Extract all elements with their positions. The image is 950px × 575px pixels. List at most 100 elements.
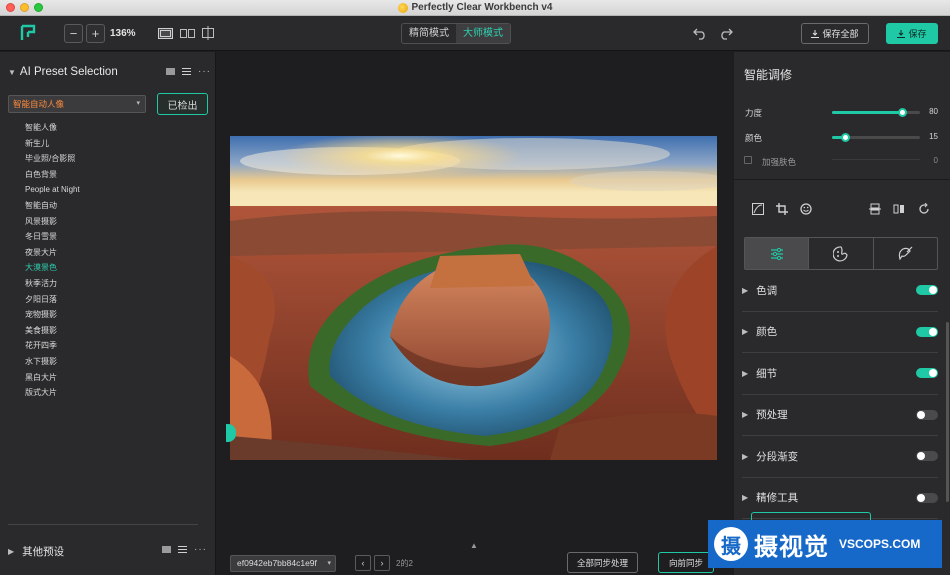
preset-item[interactable]: 秋季活力 — [25, 276, 80, 292]
preset-item[interactable]: 智能人像 — [25, 120, 80, 136]
watermark-en-text: VSCOPS.COM — [839, 537, 921, 551]
other-presets-header[interactable]: ▶ 其他预设 — [8, 544, 64, 559]
slider-fill — [832, 111, 903, 114]
preview-image[interactable] — [230, 136, 717, 460]
preset-item[interactable]: 冬日雪景 — [25, 229, 80, 245]
toggle-knob — [917, 410, 925, 419]
section-row[interactable]: ▶ 色调 — [742, 270, 938, 312]
flip-vertical-icon[interactable] — [869, 203, 881, 215]
skin-slider[interactable] — [832, 159, 920, 160]
more-icon[interactable]: ··· — [194, 545, 207, 555]
list-view-icon[interactable] — [178, 546, 187, 553]
window-title: Perfectly Clear Workbench v4 — [411, 2, 553, 13]
file-dropdown[interactable]: ef0942eb7bb84c1e9f ▾ — [230, 555, 336, 572]
preset-item[interactable]: 黑白大片 — [25, 370, 80, 386]
app-logo-icon[interactable] — [20, 24, 36, 42]
flip-horizontal-icon[interactable] — [893, 203, 905, 215]
save-button[interactable]: 保存 — [886, 23, 938, 44]
tab-retouch[interactable] — [874, 238, 937, 269]
section-row[interactable]: ▶ 分段渐变 — [742, 436, 938, 478]
preset-item[interactable]: 大漠景色 — [25, 260, 80, 276]
zoom-window-button[interactable] — [34, 3, 43, 12]
expand-triangle-icon: ▶ — [742, 285, 749, 295]
rotate-icon[interactable] — [918, 203, 930, 215]
color-slider[interactable] — [832, 133, 920, 142]
preset-item[interactable]: 新生儿 — [25, 136, 80, 152]
mode-switch: 精简模式 大师模式 — [401, 23, 511, 44]
section-label: 分段渐变 — [756, 450, 799, 463]
tab-master-mode[interactable]: 大师模式 — [456, 24, 510, 43]
save-all-button[interactable]: 保存全部 — [801, 23, 869, 44]
title-bar: Perfectly Clear Workbench v4 — [0, 0, 950, 16]
preset-item[interactable]: 水下摄影 — [25, 354, 80, 370]
save-all-label: 保存全部 — [822, 29, 859, 39]
slider-knob[interactable] — [840, 133, 850, 142]
curves-icon[interactable] — [752, 203, 764, 215]
section-row[interactable]: ▶ 细节 — [742, 353, 938, 395]
preset-panel-title: AI Preset Selection — [19, 66, 118, 78]
section-label: 颜色 — [756, 326, 778, 339]
undo-icon[interactable] — [693, 26, 707, 40]
section-toggle[interactable] — [916, 492, 938, 503]
sync-forward-button[interactable]: 向前同步 — [658, 552, 714, 573]
single-view-icon[interactable] — [158, 28, 173, 39]
section-toggle[interactable] — [916, 368, 938, 379]
tab-simple-mode[interactable]: 精简模式 — [402, 24, 456, 43]
grid-view-icon[interactable] — [166, 68, 175, 75]
section-toggle[interactable] — [916, 326, 938, 337]
next-image-button[interactable]: › — [374, 555, 390, 571]
preset-view-controls: ··· — [166, 67, 211, 77]
minimize-window-button[interactable] — [20, 3, 29, 12]
strength-value: 80 — [929, 107, 938, 116]
strength-label: 力度 — [745, 108, 763, 118]
preset-item[interactable]: 宠物摄影 — [25, 307, 80, 323]
preset-item[interactable]: 智能自动 — [25, 198, 80, 214]
filmstrip-toggle-icon[interactable]: ▲ — [470, 541, 478, 550]
close-window-button[interactable] — [6, 3, 15, 12]
slider-knob[interactable] — [897, 108, 907, 117]
preset-dropdown[interactable]: 智能自动人像 ▾ — [8, 95, 146, 113]
watermark-cn-text: 摄视觉 — [754, 533, 829, 561]
expand-triangle-icon: ▶ — [742, 327, 749, 337]
tab-sliders[interactable] — [745, 238, 810, 269]
checked-out-button[interactable]: 已检出 — [157, 93, 208, 115]
expand-triangle-icon: ▶ — [742, 368, 749, 378]
preset-item[interactable]: 夜景大片 — [25, 245, 80, 261]
tab-looks[interactable] — [809, 238, 874, 269]
preset-item[interactable]: 夕阳日落 — [25, 292, 80, 308]
section-row[interactable]: ▶ 颜色 — [742, 312, 938, 353]
preset-panel-header[interactable]: ▼ AI Preset Selection — [8, 66, 118, 78]
color-value: 15 — [929, 132, 938, 141]
more-icon[interactable]: ··· — [198, 67, 211, 77]
section-toggle[interactable] — [916, 451, 938, 462]
preset-item[interactable]: 白色背景 — [25, 167, 80, 183]
grid-view-icon[interactable] — [162, 546, 171, 553]
section-row[interactable]: ▶ 预处理 — [742, 395, 938, 436]
split-view-icon[interactable] — [201, 26, 215, 40]
preset-item[interactable]: People at Night — [25, 182, 80, 198]
section-toggle[interactable] — [916, 285, 938, 296]
toggle-knob — [917, 452, 925, 461]
preset-item[interactable]: 毕业照/合影照 — [25, 151, 80, 167]
strength-slider[interactable] — [832, 108, 920, 117]
zoom-out-button[interactable]: − — [64, 24, 83, 43]
crop-icon[interactable] — [776, 203, 788, 215]
preset-item[interactable]: 美食摄影 — [25, 323, 80, 339]
toggle-knob — [929, 369, 937, 378]
list-view-icon[interactable] — [182, 68, 191, 75]
preset-item[interactable]: 花开四季 — [25, 338, 80, 354]
side-by-side-view-icon[interactable] — [180, 28, 195, 39]
toggle-knob — [917, 493, 925, 502]
face-icon[interactable] — [800, 203, 812, 215]
section-label: 细节 — [756, 367, 778, 380]
skin-enhance-checkbox[interactable] — [744, 156, 752, 164]
redo-icon[interactable] — [719, 26, 733, 40]
zoom-in-button[interactable]: + — [86, 24, 105, 43]
panel-scrollbar[interactable] — [946, 322, 949, 502]
skin-enhance-label: 加强肤色 — [762, 157, 797, 167]
prev-image-button[interactable]: ‹ — [355, 555, 371, 571]
sync-all-button[interactable]: 全部同步处理 — [567, 552, 638, 573]
preset-item[interactable]: 版式大片 — [25, 385, 80, 401]
section-toggle[interactable] — [916, 409, 938, 420]
preset-item[interactable]: 风景摄影 — [25, 214, 80, 230]
